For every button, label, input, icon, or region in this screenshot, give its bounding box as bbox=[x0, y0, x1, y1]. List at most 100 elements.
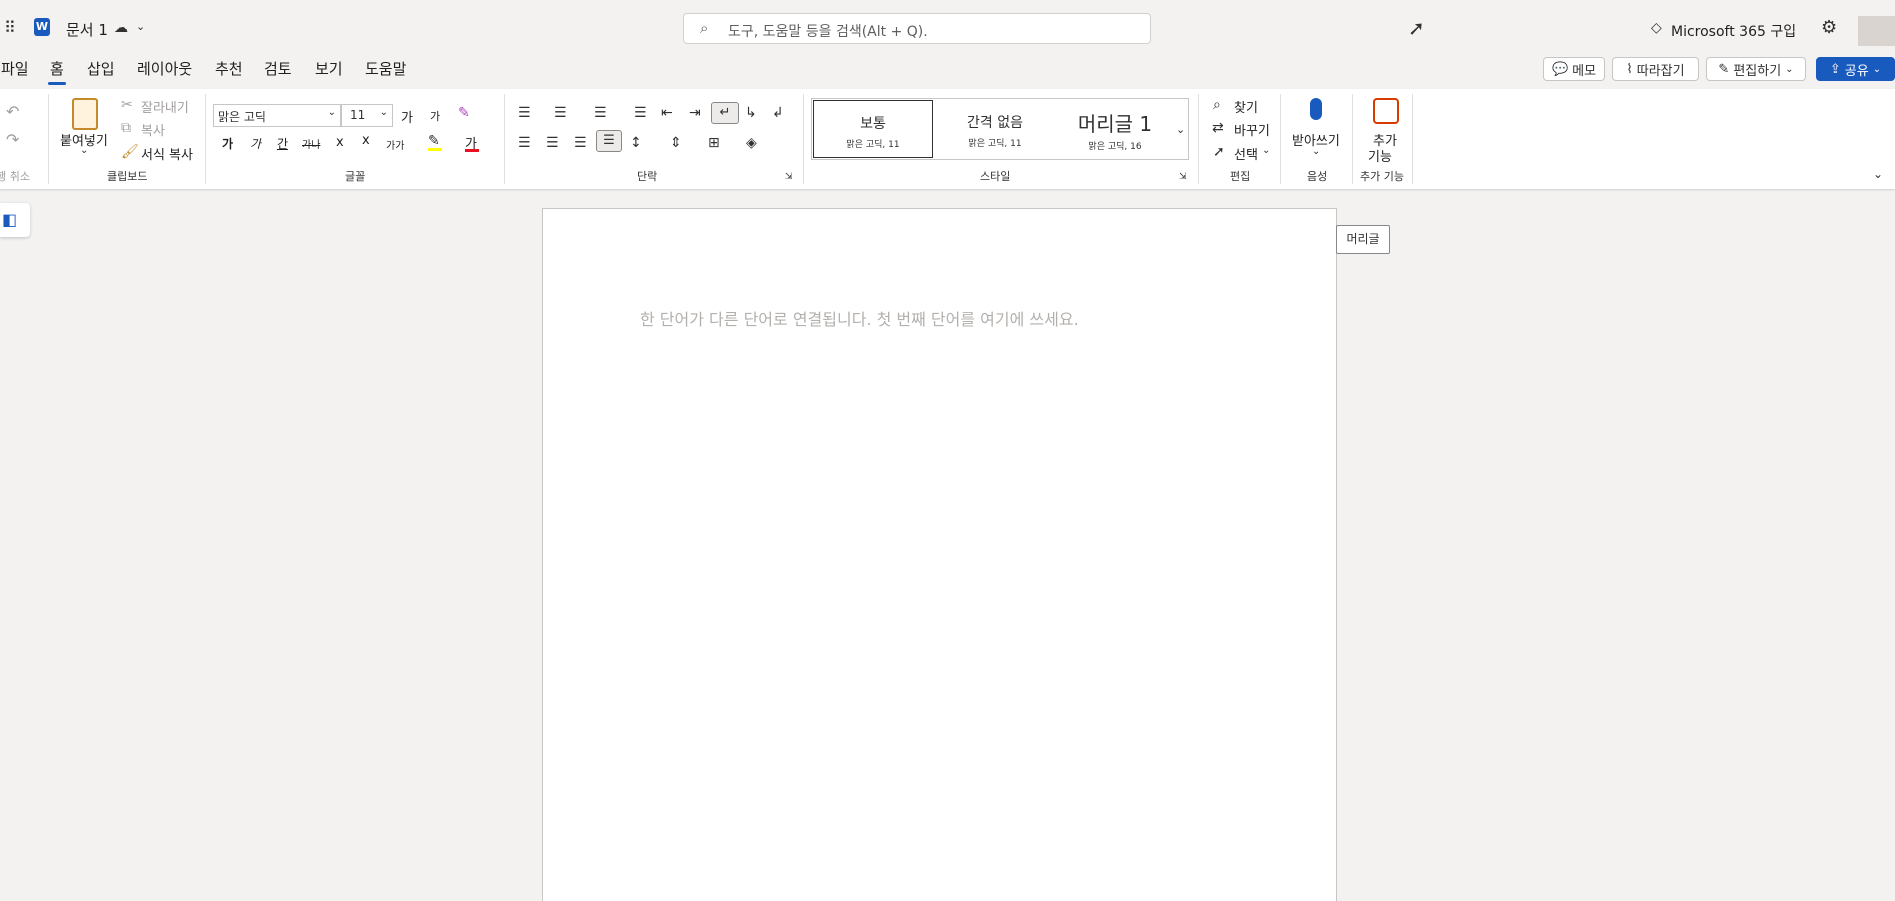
comment-icon: 💬 bbox=[1551, 61, 1569, 77]
chevron-down-icon[interactable]: ⌄ bbox=[136, 21, 145, 32]
divider bbox=[48, 94, 49, 184]
increase-indent-icon[interactable]: ⇥ bbox=[689, 106, 701, 120]
strikethrough-button[interactable]: 가나 bbox=[302, 136, 320, 151]
tab-help[interactable]: 도움말 bbox=[365, 58, 406, 79]
microphone-icon bbox=[1310, 98, 1322, 120]
shading-icon[interactable]: ◈ bbox=[746, 136, 757, 150]
find-button[interactable]: 찾기 bbox=[1234, 97, 1258, 116]
comments-button[interactable]: 💬 메모 bbox=[1543, 57, 1605, 81]
italic-button[interactable]: 가 bbox=[250, 135, 261, 152]
rtl-icon[interactable]: ↲ bbox=[772, 106, 784, 120]
editing-group-label: 편집 bbox=[1230, 170, 1251, 183]
redo-icon[interactable]: ↷ bbox=[6, 132, 19, 148]
align-right-icon[interactable]: ☰ bbox=[574, 136, 587, 150]
font-color-bar bbox=[465, 149, 479, 152]
font-size-select[interactable]: 11 ⌄ bbox=[341, 104, 393, 127]
subscript-button[interactable]: x bbox=[336, 135, 344, 150]
title-bar: ⠿ W 문서 1 ☁ ⌄ ⌕ 도구, 도움말 등을 검색(Alt + Q). ➚… bbox=[0, 0, 1895, 58]
app-launcher-icon[interactable]: ⠿ bbox=[4, 20, 16, 36]
ltr-icon[interactable]: ↳ bbox=[745, 106, 757, 120]
search-icon: ⌕ bbox=[700, 19, 709, 37]
search-box[interactable]: ⌕ 도구, 도움말 등을 검색(Alt + Q). bbox=[683, 13, 1151, 44]
grow-font-button[interactable]: 가 bbox=[401, 107, 413, 126]
tab-insert[interactable]: 삽입 bbox=[87, 58, 115, 79]
numbering-icon[interactable]: ☰ bbox=[554, 106, 567, 120]
activity-icon: ⌇ bbox=[1626, 61, 1633, 77]
change-case-button[interactable]: 가가 bbox=[386, 137, 404, 152]
cut-button[interactable]: 잘라내기 bbox=[141, 97, 189, 116]
align-left-icon[interactable]: ☰ bbox=[518, 136, 531, 150]
navigation-pane-button[interactable]: ◧ bbox=[0, 203, 30, 237]
addins-grid-icon bbox=[1373, 98, 1399, 124]
divider bbox=[1198, 94, 1199, 184]
tab-review[interactable]: 검토 bbox=[264, 58, 292, 79]
mouse-cursor-icon: ➚ bbox=[1408, 16, 1425, 40]
multilevel-list-icon[interactable]: ☰ bbox=[594, 106, 607, 120]
pencil-icon: ✎ bbox=[1718, 61, 1730, 77]
settings-gear-icon[interactable]: ⚙ bbox=[1821, 19, 1837, 37]
chevron-down-icon: ⌄ bbox=[80, 145, 89, 156]
editing-mode-button[interactable]: ✎ 편집하기 ⌄ bbox=[1706, 57, 1806, 81]
share-button[interactable]: ⇪ 공유 ⌄ bbox=[1816, 57, 1895, 81]
divider bbox=[1352, 94, 1353, 184]
addins-group-label: 추가 기능 bbox=[1360, 170, 1404, 183]
copy-icon: ⧉ bbox=[121, 120, 131, 136]
tab-recommend[interactable]: 추천 bbox=[215, 58, 243, 79]
buy-microsoft-365-link[interactable]: Microsoft 365 구입 bbox=[1671, 21, 1796, 41]
tab-layout[interactable]: 레이아웃 bbox=[137, 58, 192, 79]
checklist-icon[interactable]: ☰ bbox=[634, 106, 647, 120]
undo-group-label: 실행 취소 bbox=[0, 170, 30, 183]
superscript-button[interactable]: x bbox=[362, 133, 370, 148]
styles-gallery-border bbox=[811, 98, 1189, 160]
share-icon: ⇪ bbox=[1829, 61, 1841, 77]
avatar[interactable] bbox=[1858, 16, 1895, 46]
search-input[interactable]: 도구, 도움말 등을 검색(Alt + Q). bbox=[728, 21, 928, 41]
clear-formatting-icon[interactable]: ✎ bbox=[458, 106, 470, 120]
dialog-launcher-icon[interactable]: ⇲ bbox=[785, 173, 793, 182]
font-family-select[interactable]: 맑은 고딕 ⌄ bbox=[213, 104, 341, 127]
scissors-icon: ✂ bbox=[121, 97, 133, 113]
divider bbox=[504, 94, 505, 184]
bold-button[interactable]: 가 bbox=[222, 135, 233, 152]
addins-button[interactable]: 추가 기능 bbox=[1360, 96, 1412, 165]
tab-file[interactable]: 파일 bbox=[1, 58, 29, 79]
dialog-launcher-icon[interactable]: ⇲ bbox=[1179, 173, 1187, 182]
diamond-icon: ◇ bbox=[1651, 20, 1662, 36]
bullets-icon[interactable]: ☰ bbox=[518, 106, 531, 120]
select-button[interactable]: 선택 bbox=[1234, 144, 1258, 163]
paragraph-spacing-icon[interactable]: ⇕ bbox=[670, 136, 682, 150]
line-spacing-icon[interactable]: ↕ bbox=[630, 136, 642, 150]
highlight-color-icon[interactable]: ✎ bbox=[428, 134, 442, 151]
show-formatting-button[interactable]: ↵ bbox=[711, 102, 739, 124]
chevron-down-icon: ⌄ bbox=[1785, 63, 1794, 75]
document-placeholder-text[interactable]: 한 단어가 다른 단어로 연결됩니다. 첫 번째 단어를 여기에 쓰세요. bbox=[640, 306, 1079, 330]
shrink-font-button[interactable]: 가 bbox=[430, 108, 440, 124]
format-painter-button[interactable]: 서식 복사 bbox=[141, 144, 193, 163]
chevron-down-icon: ⌄ bbox=[327, 107, 336, 118]
replace-button[interactable]: 바꾸기 bbox=[1234, 120, 1270, 139]
autosave-status-icon[interactable]: ☁ bbox=[114, 21, 128, 35]
clipboard-group-label: 클립보드 bbox=[107, 170, 148, 183]
document-title[interactable]: 문서 1 bbox=[66, 19, 108, 40]
copy-button[interactable]: 복사 bbox=[141, 120, 165, 139]
dictate-button[interactable]: 받아쓰기 ⌄ bbox=[1290, 96, 1346, 162]
justify-button[interactable]: ☰ bbox=[596, 130, 622, 152]
voice-group-label: 음성 bbox=[1307, 170, 1328, 183]
panel-icon: ◧ bbox=[2, 210, 18, 229]
collapse-ribbon-icon[interactable]: ⌄ bbox=[1873, 168, 1883, 180]
paste-button[interactable]: 붙여넣기 ⌄ bbox=[58, 96, 110, 160]
font-group-label: 글꼴 bbox=[345, 170, 366, 183]
underline-button[interactable]: 간 bbox=[277, 135, 288, 152]
catch-up-button[interactable]: ⌇ 따라잡기 bbox=[1612, 57, 1699, 81]
borders-icon[interactable]: ⊞ bbox=[708, 136, 720, 150]
undo-icon[interactable]: ↶ bbox=[6, 104, 19, 120]
align-center-icon[interactable]: ☰ bbox=[546, 136, 559, 150]
clipboard-icon bbox=[72, 98, 98, 130]
divider bbox=[1412, 94, 1413, 184]
styles-group-label: 스타일 bbox=[980, 170, 1011, 183]
chevron-down-icon[interactable]: ⌄ bbox=[1176, 124, 1185, 135]
word-logo-icon: W bbox=[34, 18, 50, 36]
tab-view[interactable]: 보기 bbox=[315, 58, 343, 79]
decrease-indent-icon[interactable]: ⇤ bbox=[661, 106, 673, 120]
tab-home[interactable]: 홈 bbox=[48, 58, 66, 85]
